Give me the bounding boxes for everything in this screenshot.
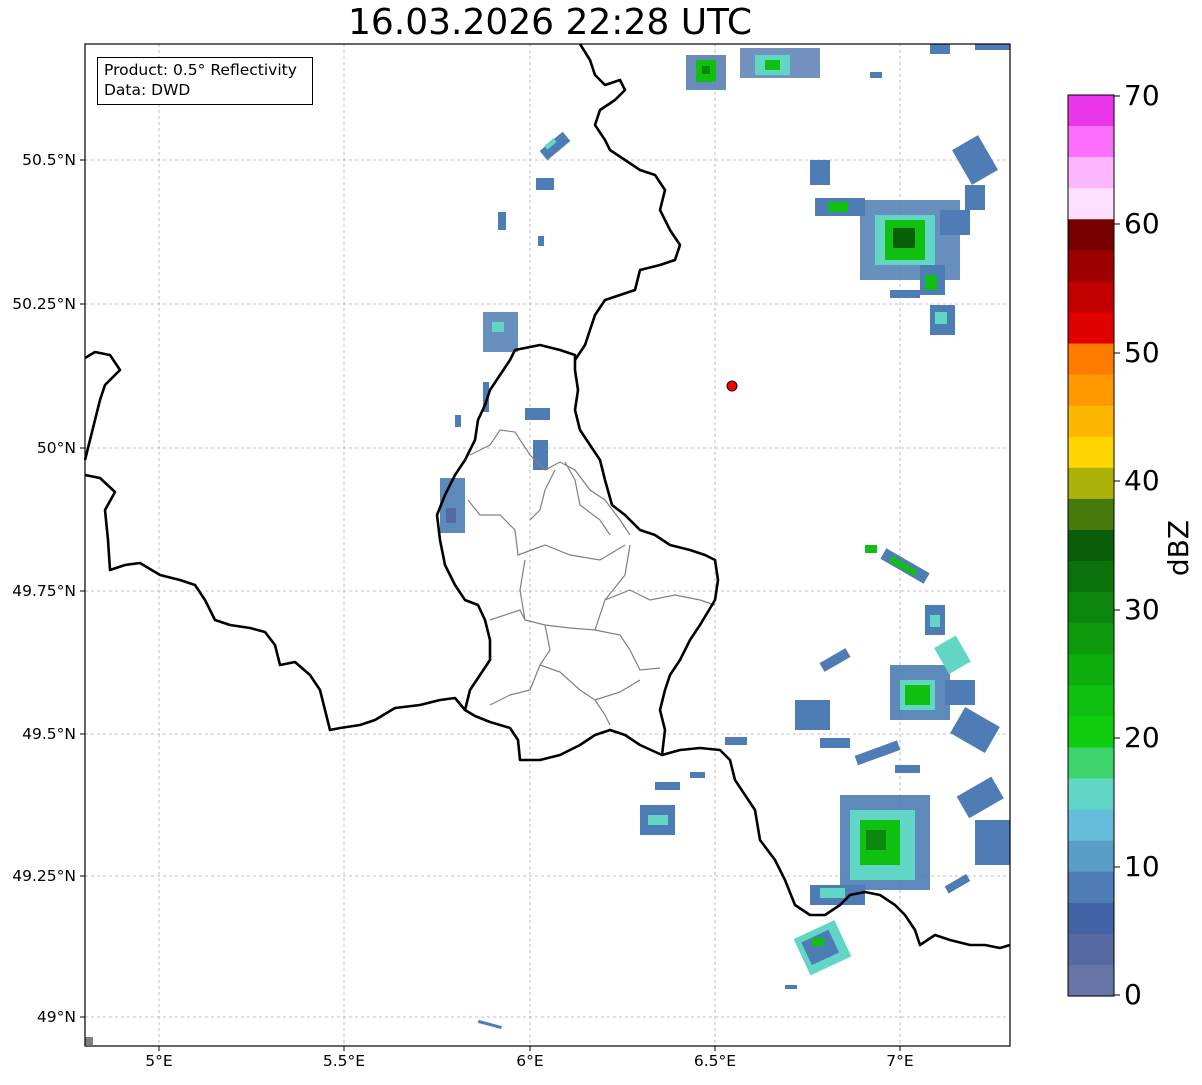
colorbar-segment (1068, 871, 1114, 904)
colorbar-segment (1068, 312, 1114, 345)
colorbar-segment (1068, 343, 1114, 376)
colorbar-segment (1068, 498, 1114, 531)
lon-tick-label: 7°E (886, 1052, 914, 1070)
lat-tick-label: 49.5°N (22, 725, 76, 743)
lon-tick-label: 6.5°E (693, 1052, 737, 1070)
colorbar-segment (1068, 902, 1114, 935)
colorbar-segment (1068, 436, 1114, 469)
colorbar-segment (1068, 126, 1114, 158)
radar-site-marker (726, 380, 738, 392)
colorbar-segment (1068, 592, 1114, 624)
lat-tick-label: 49°N (36, 1008, 76, 1026)
lon-tick-label: 5°E (145, 1052, 173, 1070)
colorbar-segment (1068, 281, 1114, 314)
colorbar-tick-label: 60 (1124, 207, 1160, 240)
lon-tick-label: 5.5°E (322, 1052, 366, 1070)
colorbar-tick-label: 50 (1124, 336, 1160, 369)
colorbar-segment (1068, 933, 1114, 966)
lat-tick-label: 49.75°N (12, 582, 76, 600)
colorbar-tick-label: 20 (1124, 721, 1160, 754)
colorbar-segment (1068, 716, 1114, 749)
colorbar-segment (1068, 374, 1114, 407)
colorbar-segment (1068, 747, 1114, 780)
colorbar-segment (1068, 654, 1114, 686)
lat-tick-label: 49.25°N (12, 867, 76, 885)
lat-tick-label: 50°N (36, 439, 76, 457)
colorbar-unit-label: dBZ (1162, 519, 1195, 577)
lon-tick-label: 6°E (516, 1052, 544, 1070)
colorbar-tick-label: 70 (1124, 79, 1160, 112)
colorbar (1068, 95, 1114, 997)
colorbar-segment (1068, 561, 1114, 593)
colorbar-segment (1068, 778, 1114, 811)
colorbar-segment (1068, 467, 1114, 500)
colorbar-segment (1068, 529, 1114, 562)
colorbar-segment (1068, 188, 1114, 220)
product-info-box: Product: 0.5° Reflectivity Data: DWD (97, 57, 313, 105)
colorbar-segment (1068, 405, 1114, 438)
colorbar-tick-label: 10 (1124, 850, 1160, 883)
colorbar-segment (1068, 809, 1114, 842)
colorbar-segment (1068, 840, 1114, 873)
colorbar-segment (1068, 623, 1114, 655)
colorbar-segment (1068, 250, 1114, 283)
colorbar-segment (1068, 219, 1114, 251)
product-label: Product: 0.5° Reflectivity (104, 61, 297, 79)
colorbar-tick-label: 40 (1124, 464, 1160, 497)
radar-map (0, 0, 1202, 1081)
colorbar-segment (1068, 964, 1114, 997)
colorbar-tick-label: 0 (1124, 978, 1142, 1011)
colorbar-segment (1068, 95, 1114, 127)
data-source-label: Data: DWD (104, 81, 191, 99)
colorbar-segment (1068, 157, 1114, 189)
colorbar-tick-label: 30 (1124, 593, 1160, 626)
colorbar-segment (1068, 685, 1114, 717)
lat-tick-label: 50.25°N (12, 295, 76, 313)
lat-tick-label: 50.5°N (22, 151, 76, 169)
